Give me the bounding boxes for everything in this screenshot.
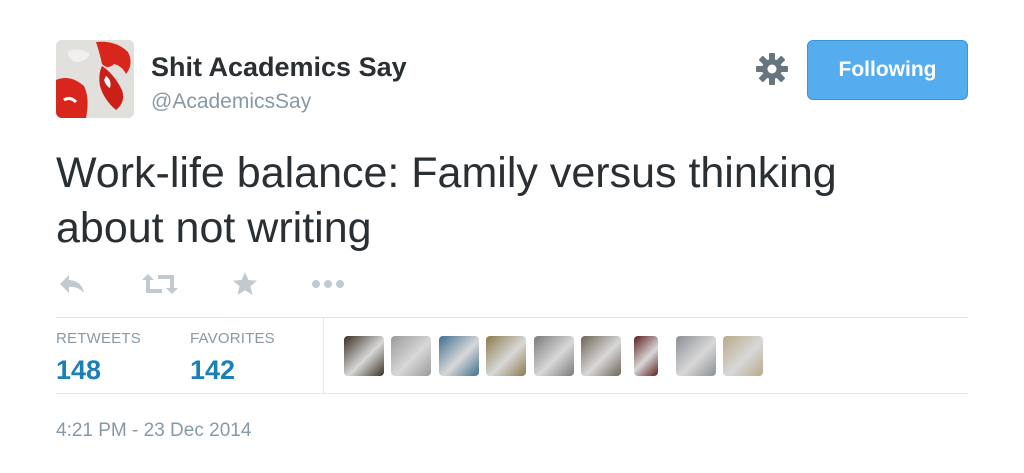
retweets-label: RETWEETS	[56, 330, 141, 347]
retweet-icon[interactable]	[142, 268, 178, 300]
tweet-actions	[56, 268, 376, 300]
retweets-count: 148	[56, 355, 102, 385]
reply-icon[interactable]	[58, 268, 86, 300]
favoriter-avatar[interactable]	[676, 336, 716, 376]
favoriter-avatars	[344, 336, 784, 376]
divider	[56, 317, 968, 318]
gear-icon[interactable]	[755, 52, 789, 86]
favoriter-avatar[interactable]	[344, 336, 384, 376]
favoriter-avatar[interactable]	[439, 336, 479, 376]
following-button[interactable]: Following	[807, 40, 968, 100]
author-avatar[interactable]	[56, 40, 134, 118]
favoriter-avatar[interactable]	[486, 336, 526, 376]
favorites-stat[interactable]: FAVORITES 142	[190, 330, 275, 386]
favoriter-avatar[interactable]	[534, 336, 574, 376]
red-sketch-avatar-icon	[56, 40, 134, 118]
divider	[323, 318, 324, 393]
author-name[interactable]: Shit Academics Say	[151, 52, 407, 83]
retweets-stat[interactable]: RETWEETS 148	[56, 330, 141, 386]
favoriter-avatar[interactable]	[581, 336, 621, 376]
tweet-timestamp[interactable]: 4:21 PM - 23 Dec 2014	[56, 420, 251, 442]
tweet-text: Work-life balance: Family versus thinkin…	[56, 149, 837, 252]
favoriter-avatar[interactable]	[723, 336, 763, 376]
favorites-label: FAVORITES	[190, 330, 275, 347]
author-handle[interactable]: @AcademicsSay	[151, 90, 311, 114]
tweet-card: Shit Academics Say @AcademicsSay Followi…	[0, 0, 1024, 473]
tweet-header: Shit Academics Say @AcademicsSay Followi…	[56, 40, 968, 120]
favoriter-avatar[interactable]	[391, 336, 431, 376]
more-dots-icon[interactable]	[312, 268, 344, 300]
divider	[56, 393, 968, 394]
favorites-count: 142	[190, 355, 236, 385]
favoriter-avatar[interactable]	[634, 336, 658, 376]
star-icon[interactable]	[232, 268, 258, 300]
